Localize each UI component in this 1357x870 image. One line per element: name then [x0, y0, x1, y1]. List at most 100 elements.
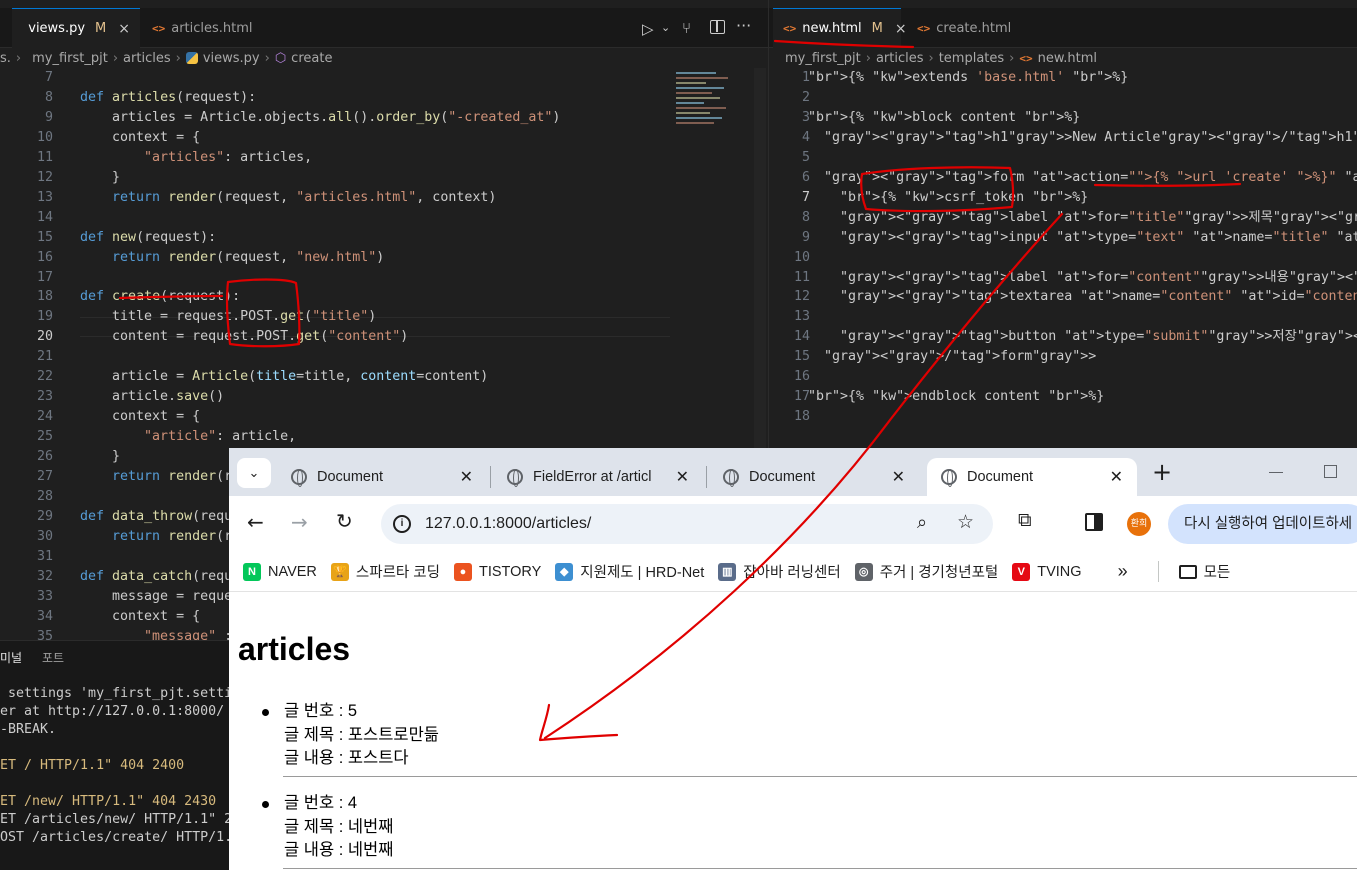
browser-tab[interactable]: FieldError at /articl ✕: [493, 458, 703, 496]
maximize-icon[interactable]: [1324, 465, 1337, 478]
breadcrumb-item[interactable]: create: [291, 51, 332, 66]
close-tab-icon[interactable]: ×: [895, 21, 907, 37]
left-breadcrumb: s. › my_first_pjt › articles › views.py …: [0, 48, 740, 68]
right-breadcrumb: my_first_pjt › articles › templates › <>…: [785, 48, 1345, 68]
tab-search-button[interactable]: ⌄: [237, 458, 271, 488]
run-button[interactable]: ▷: [642, 20, 654, 38]
code-line[interactable]: 12 "gray"><"gray">"tag">textarea "at">na…: [761, 287, 1357, 307]
address-bar[interactable]: i 127.0.0.1:8000/articles/ ⌕ ☆: [381, 504, 993, 544]
browser-tab[interactable]: Document ✕: [709, 458, 919, 496]
code-line[interactable]: 14: [0, 208, 680, 228]
close-icon[interactable]: ✕: [460, 467, 473, 487]
code-line[interactable]: 17 "br">{% "kw">endblock content "br">%}: [761, 387, 1357, 407]
breadcrumb-item[interactable]: views.py: [203, 51, 260, 66]
source-control-icon[interactable]: ⑂: [682, 19, 691, 37]
tab-new-html[interactable]: <> new.html M ×: [773, 8, 907, 48]
code-line[interactable]: 8 "gray"><"gray">"tag">label "at">for="t…: [761, 208, 1357, 228]
code-line[interactable]: 7: [0, 68, 680, 88]
code-line[interactable]: 18: [761, 407, 1357, 427]
code-line[interactable]: 2: [761, 88, 1357, 108]
code-line[interactable]: 18 def create(request):: [0, 287, 680, 307]
code-line[interactable]: 12 }: [0, 168, 680, 188]
breadcrumb-item[interactable]: articles: [123, 51, 171, 66]
new-tab-button[interactable]: +: [1152, 458, 1172, 486]
bookmark-item[interactable]: ● TISTORY: [453, 562, 541, 581]
code-line[interactable]: 22 article = Article(title=title, conten…: [0, 367, 680, 387]
browser-tab[interactable]: Document ✕: [277, 458, 487, 496]
chevron-down-icon[interactable]: ⌄: [661, 21, 670, 34]
breadcrumb-item[interactable]: my_first_pjt: [32, 51, 108, 66]
breadcrumb-item[interactable]: my_first_pjt: [785, 51, 861, 66]
article-title: 글 제목 : 포스트로만듦: [284, 725, 439, 744]
bookmark-item[interactable]: 🏆 스파르타 코딩: [330, 561, 440, 582]
code-line[interactable]: 10 context = {: [0, 128, 680, 148]
breadcrumb-item[interactable]: new.html: [1038, 51, 1097, 66]
code-line[interactable]: 15 "gray"><"gray">/"tag">form"gray">>: [761, 347, 1357, 367]
code-text: def new(request):: [80, 229, 217, 245]
split-editor-icon[interactable]: [710, 20, 725, 34]
code-line[interactable]: 21: [0, 347, 680, 367]
zoom-icon[interactable]: ⌕: [917, 512, 927, 533]
profile-avatar[interactable]: 환희: [1127, 512, 1151, 536]
code-line[interactable]: 19 title = request.POST.get("title"): [0, 307, 680, 327]
bookmark-item[interactable]: N NAVER: [243, 562, 317, 581]
ports-tab[interactable]: 포트: [42, 649, 64, 666]
close-icon[interactable]: ✕: [1110, 467, 1123, 487]
minimap[interactable]: [676, 68, 736, 148]
code-line[interactable]: 25 "article": article,: [0, 427, 680, 447]
code-line[interactable]: 1 "br">{% "kw">extends 'base.html' "br">%…: [761, 68, 1357, 88]
close-tab-icon[interactable]: ×: [118, 21, 130, 37]
close-icon[interactable]: ✕: [892, 467, 905, 487]
code-line[interactable]: 13 return render(request, "articles.html…: [0, 188, 680, 208]
terminal-output[interactable]: settings 'my_first_pjt.setti er at http:/…: [0, 685, 229, 847]
code-line[interactable]: 16 return render(request, "new.html"): [0, 248, 680, 268]
browser-tab-active[interactable]: Document ✕: [927, 458, 1137, 496]
code-line[interactable]: 7 "br">{% "kw">csrf_token "br">%}: [761, 188, 1357, 208]
site-info-icon[interactable]: i: [393, 515, 411, 533]
bookmark-item[interactable]: ▥ 잡아바 러닝센터: [718, 561, 841, 582]
code-line[interactable]: 10: [761, 248, 1357, 268]
more-actions-icon[interactable]: ···: [736, 16, 751, 35]
code-line[interactable]: 23 article.save(): [0, 387, 680, 407]
bookmark-item[interactable]: ◎ 주거 | 경기청년포털: [854, 561, 998, 582]
code-line[interactable]: 6 "gray"><"gray">"tag">form "at">action=…: [761, 168, 1357, 188]
code-line[interactable]: 11 "articles": articles,: [0, 148, 680, 168]
breadcrumb-item[interactable]: templates: [939, 51, 1004, 66]
code-line[interactable]: 3 "br">{% "kw">block content "br">%}: [761, 108, 1357, 128]
html-code-area[interactable]: 1 "br">{% "kw">extends 'base.html' "br">%…: [761, 68, 1357, 448]
tab-create-html[interactable]: <> create.html: [907, 8, 1027, 48]
code-line[interactable]: 9 articles = Article.objects.all().order…: [0, 108, 680, 128]
breadcrumb-item[interactable]: articles: [876, 51, 924, 66]
update-button[interactable]: 다시 실행하여 업데이트하세: [1168, 504, 1357, 544]
back-icon[interactable]: ←: [247, 510, 264, 534]
tab-views-py[interactable]: views.py M ×: [12, 8, 140, 48]
all-bookmarks-folder[interactable]: 모든: [1157, 561, 1230, 582]
code-line[interactable]: 13: [761, 307, 1357, 327]
url-text[interactable]: 127.0.0.1:8000/articles/: [425, 515, 591, 533]
code-line[interactable]: 20 content = request.POST.get("content"): [0, 327, 680, 347]
code-line[interactable]: 17: [0, 268, 680, 288]
bookmark-item[interactable]: V TVING: [1012, 562, 1082, 581]
code-line[interactable]: 9 "gray"><"gray">"tag">input "at">type="…: [761, 228, 1357, 248]
code-line[interactable]: 24 context = {: [0, 407, 680, 427]
side-panel-icon[interactable]: [1085, 513, 1103, 531]
code-line[interactable]: 5: [761, 148, 1357, 168]
code-line[interactable]: 16: [761, 367, 1357, 387]
bookmark-star-icon[interactable]: ☆: [957, 511, 974, 534]
terminal-tab[interactable]: 미널: [0, 649, 22, 666]
code-line[interactable]: 4 "gray"><"gray">"tag">h1"gray">>New Art…: [761, 128, 1357, 148]
extensions-icon[interactable]: ⧉: [1018, 509, 1032, 531]
minimize-icon[interactable]: [1269, 472, 1283, 473]
bookmarks-overflow-icon[interactable]: »: [1118, 561, 1128, 582]
breadcrumb-sep-icon: ›: [264, 50, 270, 66]
tab-articles-html[interactable]: <> articles.html: [142, 8, 272, 48]
close-icon[interactable]: ✕: [676, 467, 689, 487]
bookmark-item[interactable]: ◆ 지원제도 | HRD-Net: [555, 561, 704, 582]
code-line[interactable]: 8 def articles(request):: [0, 88, 680, 108]
forward-icon[interactable]: →: [291, 510, 308, 534]
code-line[interactable]: 15 def new(request):: [0, 228, 680, 248]
reload-icon[interactable]: ↻: [336, 509, 353, 533]
breadcrumb-item[interactable]: s.: [0, 51, 11, 66]
code-line[interactable]: 14 "gray"><"gray">"tag">button "at">type…: [761, 327, 1357, 347]
code-line[interactable]: 11 "gray"><"gray">"tag">label "at">for="…: [761, 268, 1357, 288]
